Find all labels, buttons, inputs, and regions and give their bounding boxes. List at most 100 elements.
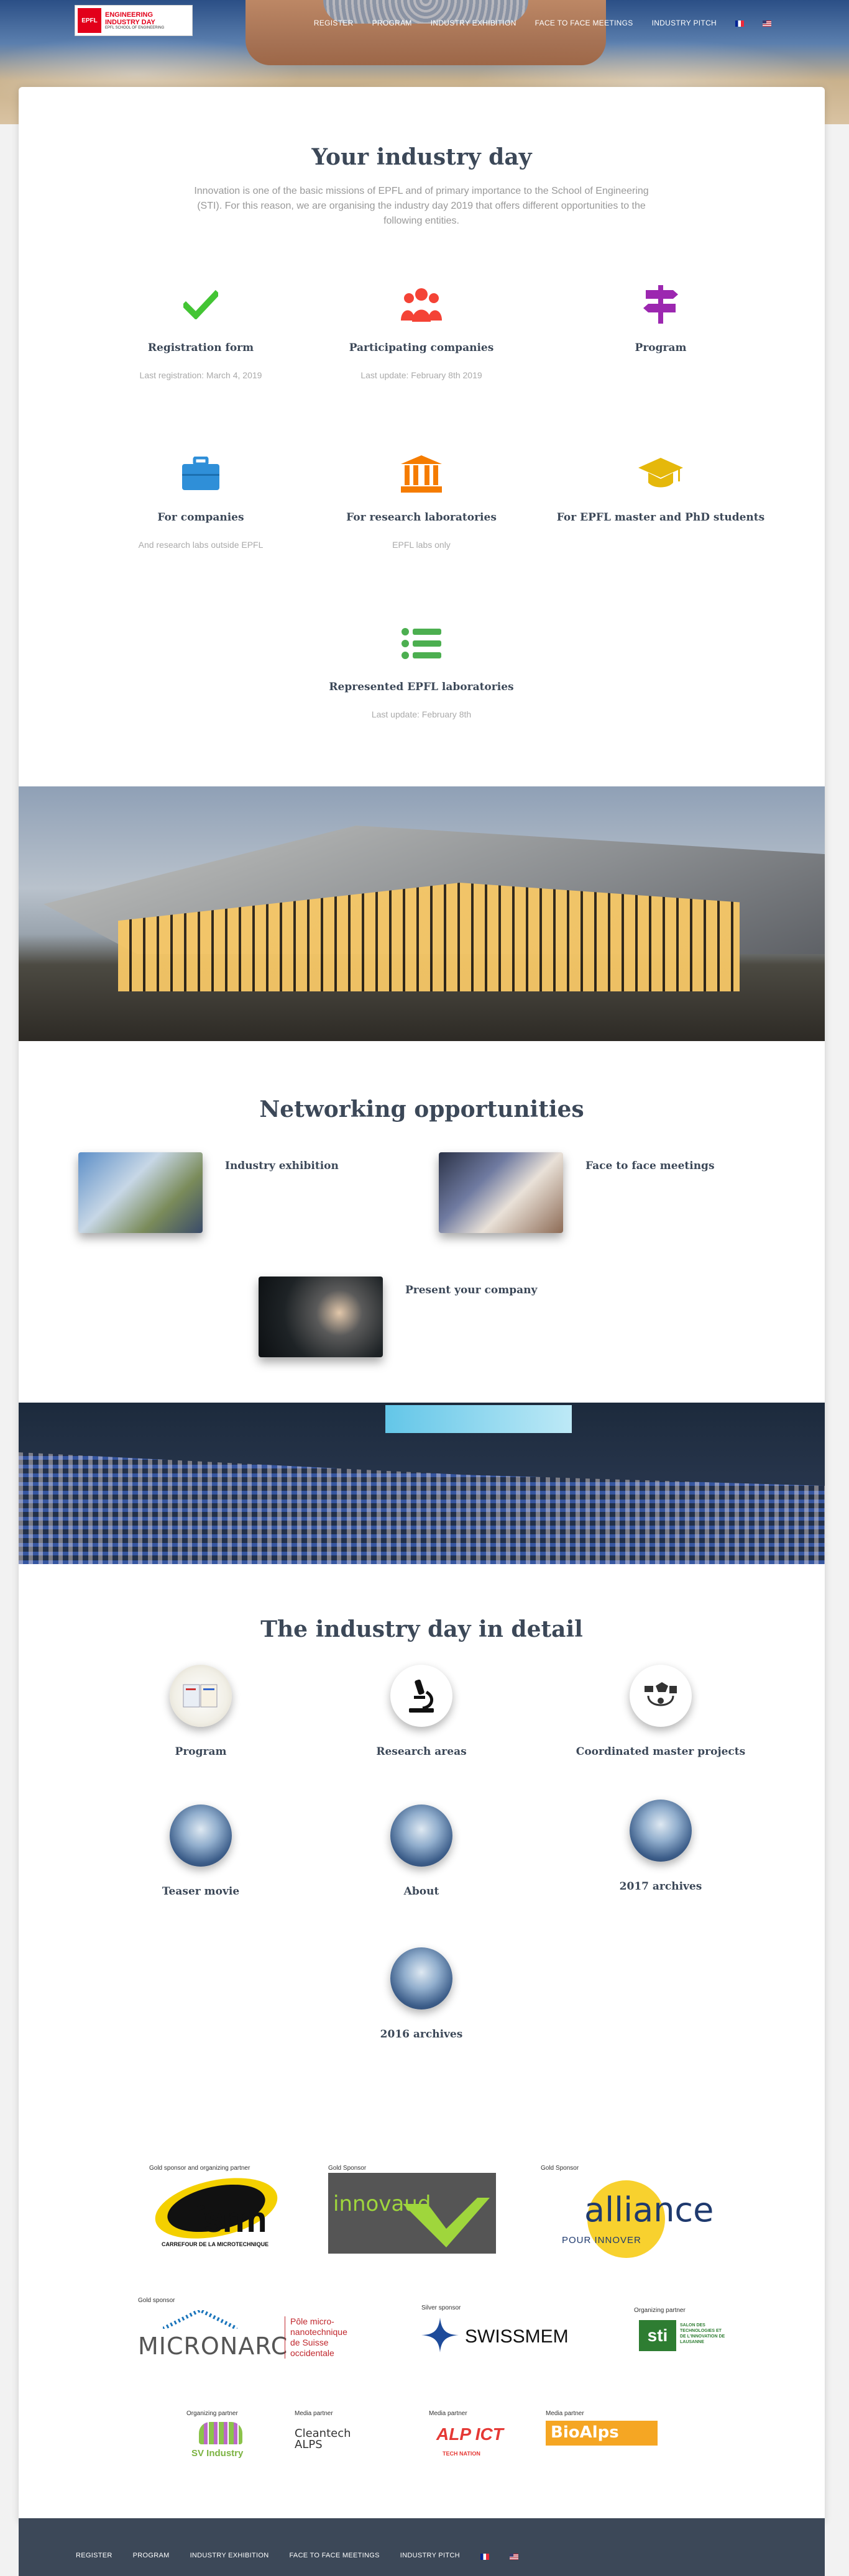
sv-industry-mark — [199, 2422, 242, 2444]
about-image — [390, 1805, 452, 1867]
site-logo[interactable]: EPFL ENGINEERING INDUSTRY DAY EPFL SCHOO… — [75, 5, 193, 36]
sponsor-fsrm[interactable]: Gold sponsor and organizing partner fsrm… — [149, 2165, 283, 2260]
nav-register[interactable]: REGISTER — [314, 19, 354, 27]
feature-title: For EPFL master and PhD students — [556, 511, 765, 524]
feature-title: Participating companies — [349, 342, 494, 354]
footer-nav-industry-pitch[interactable]: INDUSTRY PITCH — [400, 2552, 460, 2560]
detail-research-areas[interactable]: Research areas — [303, 1665, 539, 1758]
networking-item-present-company[interactable]: Present your company — [259, 1277, 537, 1357]
feature-title: Program — [635, 342, 687, 354]
micronarc-logo-text: MICRONARC — [138, 2333, 288, 2360]
detail-about[interactable]: About — [303, 1805, 539, 1898]
sponsor-caption: Gold Sponsor — [541, 2165, 579, 2172]
feature-title: Registration form — [147, 342, 254, 354]
micronarc-logo-subtext: Pôle micro-nanotechnique de Suisse occid… — [285, 2316, 359, 2359]
auditorium-audience — [19, 1452, 825, 1564]
footer-nav-program[interactable]: PROGRAM — [133, 2552, 170, 2560]
sponsor-alliance[interactable]: Gold Sponsor alliance POUR INNOVER — [541, 2165, 714, 2260]
sponsor-caption: Gold sponsor and organizing partner — [149, 2165, 250, 2172]
feature-for-research-laboratories[interactable]: For research laboratories EPFL labs only — [303, 455, 539, 550]
institution-icon — [303, 455, 539, 493]
graduation-cap-icon — [543, 455, 779, 493]
footer-nav-register[interactable]: REGISTER — [76, 2552, 112, 2560]
sponsor-micronarc[interactable]: Gold sponsor MICRONARC Pôle micro-nanote… — [138, 2297, 374, 2367]
feature-for-companies[interactable]: For companies And research labs outside … — [83, 455, 319, 550]
feature-subtitle: And research labs outside EPFL — [138, 540, 264, 550]
feature-represented-laboratories[interactable]: Represented EPFL laboratories Last updat… — [303, 625, 539, 719]
auditorium-screen — [385, 1405, 572, 1433]
swissmem-logo: SWISSMEM — [421, 2313, 577, 2356]
footer-nav-industry-exhibition[interactable]: INDUSTRY EXHIBITION — [190, 2552, 269, 2560]
networking-item-title: Industry exhibition — [225, 1160, 339, 1172]
sponsor-sti[interactable]: Organizing partner sti SALON DES TECHNOL… — [634, 2307, 727, 2352]
site-footer: REGISTER PROGRAM INDUSTRY EXHIBITION FAC… — [19, 2518, 825, 2576]
detail-title: 2017 archives — [619, 1880, 702, 1893]
teaser-movie-image — [170, 1805, 232, 1867]
industry-exhibition-image — [78, 1152, 203, 1233]
feature-for-students[interactable]: For EPFL master and PhD students — [543, 455, 779, 524]
footer-nav-face-to-face-meetings[interactable]: FACE TO FACE MEETINGS — [290, 2552, 380, 2560]
sponsor-cleantech-alps[interactable]: Media partner Cleantech ALPS — [295, 2410, 394, 2455]
detail-program[interactable]: Program — [83, 1665, 319, 1758]
fsrm-logo: fsrm CARREFOUR DE LA MICROTECHNIQUE — [149, 2168, 283, 2260]
microscope-icon — [390, 1665, 452, 1727]
detail-2016-archives[interactable]: 2016 archives — [303, 1947, 539, 2041]
sponsor-caption: Gold sponsor — [138, 2297, 175, 2304]
detail-title: Program — [175, 1745, 227, 1758]
english-flag-icon[interactable] — [763, 20, 771, 27]
signpost-icon — [543, 285, 779, 324]
feature-subtitle: Last update: February 8th 2019 — [360, 370, 482, 380]
main-content-card: Your industry day Innovation is one of t… — [19, 87, 825, 2522]
detail-coordinated-master-projects[interactable]: Coordinated master projects — [543, 1665, 779, 1758]
alp-ict-logo-subtext: TECH NATION — [443, 2451, 480, 2457]
nav-face-to-face-meetings[interactable]: FACE TO FACE MEETINGS — [535, 19, 633, 27]
feature-subtitle: Last update: February 8th — [371, 709, 472, 719]
nav-program[interactable]: PROGRAM — [372, 19, 412, 27]
intro-title: Your industry day — [311, 144, 532, 170]
english-flag-icon[interactable] — [509, 2554, 518, 2560]
detail-title: Coordinated master projects — [576, 1745, 746, 1758]
feature-title: For research laboratories — [346, 511, 497, 524]
detail-title: Teaser movie — [162, 1885, 240, 1898]
details-title: The industry day in detail — [260, 1616, 583, 1642]
sponsor-caption: Media partner — [429, 2410, 467, 2417]
sponsor-bioalps[interactable]: Media partner BioAlps — [546, 2410, 658, 2446]
detail-teaser-movie[interactable]: Teaser movie — [83, 1805, 319, 1898]
cleantech-logo-text: Cleantech ALPS — [295, 2427, 351, 2451]
epfl-logo-mark: EPFL — [78, 8, 101, 33]
french-flag-icon[interactable] — [480, 2554, 489, 2560]
logo-subtitle: EPFL SCHOOL OF ENGINEERING — [105, 25, 165, 30]
sponsor-sv-industry[interactable]: Organizing partner SV Industry — [186, 2410, 255, 2462]
networking-item-title: Present your company — [405, 1284, 538, 1296]
sponsor-caption: Organizing partner — [186, 2410, 238, 2417]
sponsor-caption: Media partner — [546, 2410, 584, 2417]
feature-title: Represented EPFL laboratories — [329, 681, 514, 693]
sv-industry-logo-text: SV Industry — [191, 2448, 244, 2459]
footer-navigation: REGISTER PROGRAM INDUSTRY EXHIBITION FAC… — [76, 2552, 518, 2560]
detail-title: 2016 archives — [380, 2028, 463, 2041]
nav-industry-pitch[interactable]: INDUSTRY PITCH — [652, 19, 717, 27]
innovaud-chevron-icon — [403, 2198, 490, 2247]
swissmem-star-icon — [421, 2318, 459, 2352]
french-flag-icon[interactable] — [735, 20, 744, 27]
sti-logo-subtext: SALON DES TECHNOLOGIES ET DE L'INNOVATIO… — [680, 2323, 725, 2344]
briefcase-icon — [83, 455, 319, 493]
fsrm-logo-subtext: CARREFOUR DE LA MICROTECHNIQUE — [162, 2241, 269, 2247]
sponsor-swissmem[interactable]: Silver sponsor SWISSMEM — [421, 2305, 577, 2356]
sponsor-alp-ict[interactable]: Media partner ALP ICT TECH NATION — [429, 2410, 522, 2462]
nav-industry-exhibition[interactable]: INDUSTRY EXHIBITION — [431, 19, 516, 27]
logo-title: ENGINEERING INDUSTRY DAY EPFL SCHOOL OF … — [105, 11, 164, 30]
networking-item-industry-exhibition[interactable]: Industry exhibition — [78, 1152, 339, 1233]
logo-title-line-2: INDUSTRY DAY — [105, 18, 155, 26]
detail-2017-archives[interactable]: 2017 archives — [543, 1800, 779, 1893]
networking-item-face-to-face[interactable]: Face to face meetings — [439, 1152, 715, 1233]
networking-item-title: Face to face meetings — [585, 1160, 715, 1172]
feature-participating-companies[interactable]: Participating companies Last update: Feb… — [303, 286, 539, 380]
sti-logo: sti SALON DES TECHNOLOGIES ET DE L'INNOV… — [634, 2315, 727, 2352]
feature-registration-form[interactable]: Registration form Last registration: Mar… — [83, 286, 319, 380]
archives-2017-image — [630, 1800, 692, 1862]
feature-program[interactable]: Program — [543, 285, 779, 354]
sponsor-innovaud[interactable]: Gold Sponsor innovaud — [328, 2165, 496, 2254]
bioalps-logo-text: BioAlps — [551, 2423, 619, 2442]
sti-logo-text: sti — [639, 2320, 676, 2351]
